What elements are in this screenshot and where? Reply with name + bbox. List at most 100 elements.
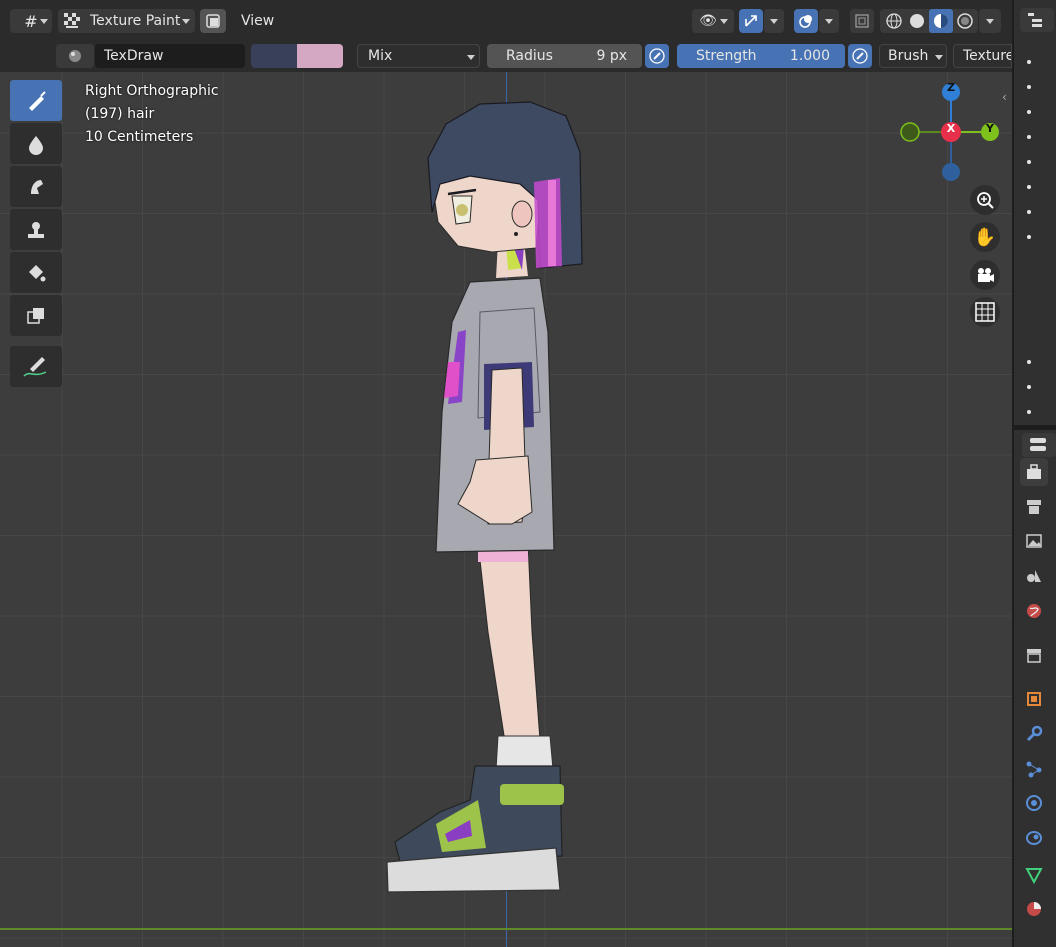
brush-preview-button[interactable]: [56, 44, 94, 68]
scene-properties-tab[interactable]: [1020, 561, 1048, 589]
view-menu[interactable]: View: [241, 9, 274, 33]
data-properties-tab[interactable]: [1020, 861, 1048, 889]
visibility-dropdown[interactable]: 👁: [692, 9, 734, 33]
shading-dropdown[interactable]: [979, 9, 1001, 33]
brush-sphere-icon: [69, 50, 81, 62]
overlay-icon: [799, 15, 812, 28]
outliner-icon: [1028, 13, 1042, 27]
object-properties-tab[interactable]: [1020, 685, 1048, 713]
xray-toggle[interactable]: [850, 9, 874, 33]
box-icon: [1027, 649, 1041, 663]
chevron-down-icon: [467, 55, 475, 60]
physics-properties-tab[interactable]: [1020, 789, 1048, 817]
scene-icon: [1027, 570, 1041, 582]
droplet-icon: [29, 135, 43, 155]
brush-name-field[interactable]: TexDraw: [95, 44, 245, 68]
editor-type-button[interactable]: #: [10, 9, 52, 33]
hand-icon: ✋: [973, 226, 997, 248]
collection-properties-tab[interactable]: [1020, 641, 1048, 669]
mask-icon: [27, 307, 44, 324]
outliner-row-dot[interactable]: [1027, 135, 1031, 139]
annotate-tool-button[interactable]: [10, 346, 62, 387]
outliner-row-dot[interactable]: [1027, 185, 1031, 189]
modifier-properties-tab[interactable]: [1020, 720, 1048, 748]
radius-slider[interactable]: Radius 9 px: [487, 44, 642, 68]
editor-header: # Texture Paint View 👁: [0, 0, 1012, 40]
constraints-properties-tab[interactable]: [1020, 824, 1048, 852]
texture-menu[interactable]: Texture: [953, 44, 1012, 68]
overlay-toggle[interactable]: [794, 9, 818, 33]
paint-bucket-icon: [29, 264, 46, 281]
pan-button[interactable]: ✋: [970, 222, 1000, 252]
mesh-triangle-icon: [1025, 868, 1043, 884]
render-properties-tab[interactable]: [1020, 493, 1048, 521]
mode-selector[interactable]: Texture Paint: [58, 9, 195, 33]
zoom-in-icon: [977, 192, 994, 209]
neg-z-axis-handle: [942, 163, 960, 181]
grid-icon: [975, 302, 995, 322]
outliner-row-dot[interactable]: [1027, 410, 1031, 414]
brush-menu[interactable]: Brush: [879, 44, 947, 68]
soften-tool-button[interactable]: [10, 123, 62, 164]
strength-slider[interactable]: Strength 1.000: [677, 44, 845, 68]
radius-pressure-toggle[interactable]: [645, 44, 669, 68]
grid-hash-icon: #: [24, 11, 38, 31]
properties-editor-type[interactable]: [1022, 433, 1056, 457]
chevron-down-icon: [182, 19, 190, 24]
sidebar-toggle-icon[interactable]: ‹: [1002, 90, 1007, 104]
gizmo-icon: [745, 15, 757, 27]
3d-viewport[interactable]: Right Orthographic (197) hair 10 Centime…: [0, 72, 1012, 947]
eye-icon: 👁: [699, 13, 717, 29]
outliner-row-dot[interactable]: [1027, 385, 1031, 389]
y-axis-label: Y: [986, 122, 994, 135]
world-properties-tab[interactable]: [1020, 597, 1048, 625]
fill-tool-button[interactable]: [10, 252, 62, 293]
outliner-row-dot[interactable]: [1027, 210, 1031, 214]
particles-properties-tab[interactable]: [1020, 755, 1048, 783]
physics-orbit-icon: [1026, 795, 1042, 811]
checker-texture-icon: [64, 13, 80, 28]
paint-mask-toggle[interactable]: [200, 9, 226, 33]
rendered-shading-icon[interactable]: [956, 12, 974, 34]
outliner-row-dot[interactable]: [1027, 110, 1031, 114]
smear-tool-button[interactable]: [10, 166, 62, 207]
annotate-pen-icon: [23, 356, 47, 377]
blend-mode-dropdown[interactable]: Mix: [357, 44, 480, 68]
material-properties-tab[interactable]: [1020, 895, 1048, 923]
primary-color-swatch[interactable]: [251, 44, 297, 68]
solid-shading-icon[interactable]: [908, 12, 926, 34]
clone-tool-button[interactable]: [10, 209, 62, 250]
character-model: [386, 101, 583, 893]
ortho-toggle-button[interactable]: [970, 297, 1000, 327]
outliner-row-dot[interactable]: [1027, 60, 1031, 64]
draw-tool-button[interactable]: [10, 80, 62, 121]
strength-pressure-toggle[interactable]: [848, 44, 872, 68]
tool-properties-tab[interactable]: [1020, 458, 1048, 486]
image-icon: [1026, 534, 1042, 548]
output-properties-tab[interactable]: [1020, 527, 1048, 555]
chevron-down-icon: [825, 19, 833, 24]
constraint-icon: [1026, 831, 1042, 845]
outliner-panel: [1014, 0, 1056, 425]
outliner-row-dot[interactable]: [1027, 160, 1031, 164]
material-preview-shading-icon[interactable]: [929, 9, 953, 33]
world-icon: [1027, 604, 1041, 618]
outliner-display-mode[interactable]: [1020, 8, 1054, 32]
view-name: Right Orthographic: [85, 83, 219, 99]
outliner-row-dot[interactable]: [1027, 235, 1031, 239]
gizmo-dropdown[interactable]: [764, 9, 784, 33]
chevron-down-icon: [986, 19, 994, 24]
gizmo-toggle[interactable]: [739, 9, 763, 33]
mask-tool-button[interactable]: [10, 295, 62, 336]
axis-gizmo[interactable]: [890, 78, 1012, 196]
printer-icon: [1027, 500, 1041, 514]
zoom-button[interactable]: [970, 185, 1000, 215]
camera-view-button[interactable]: [970, 260, 1000, 290]
wireframe-shading-icon[interactable]: [885, 12, 903, 34]
outliner-row-dot[interactable]: [1027, 85, 1031, 89]
wrench-icon: [1026, 725, 1043, 742]
outliner-row-dot[interactable]: [1027, 360, 1031, 364]
overlay-dropdown[interactable]: [819, 9, 839, 33]
secondary-color-swatch[interactable]: [297, 44, 343, 68]
chevron-down-icon: [770, 19, 778, 24]
